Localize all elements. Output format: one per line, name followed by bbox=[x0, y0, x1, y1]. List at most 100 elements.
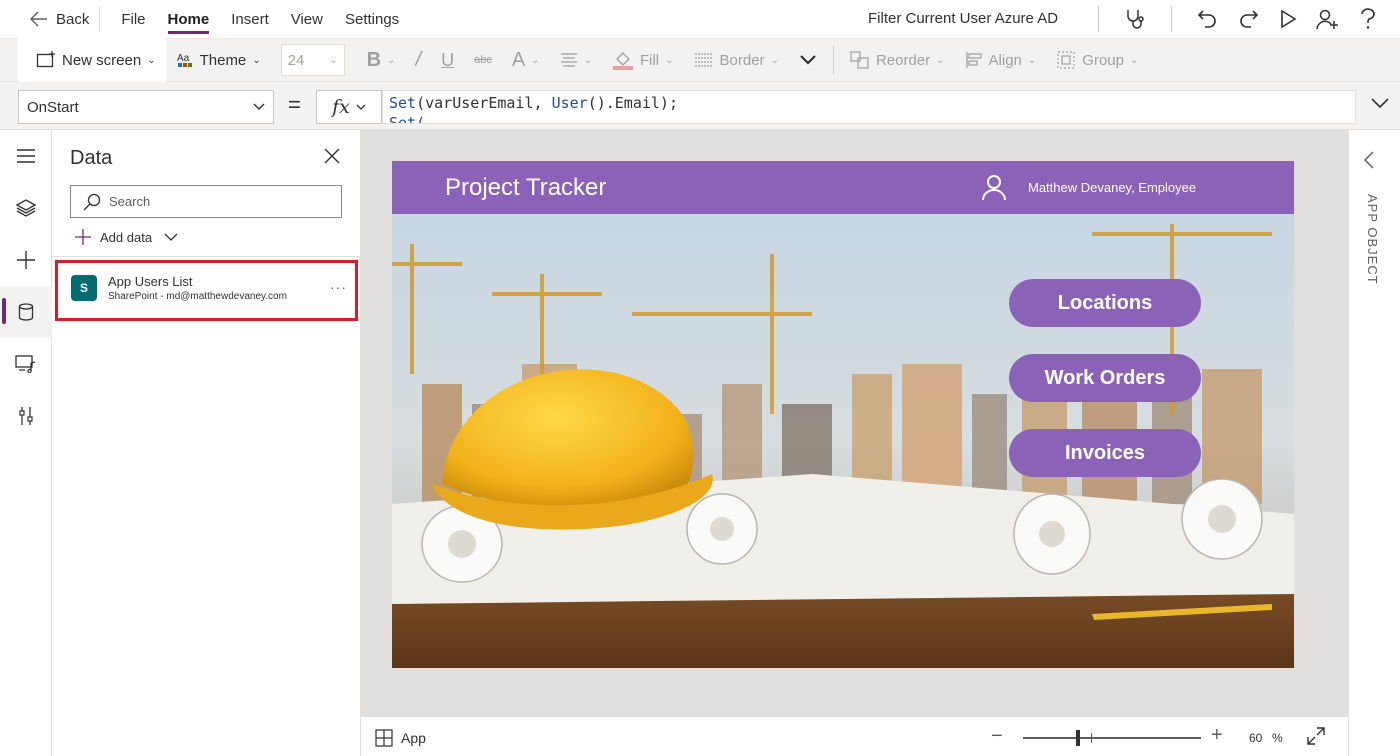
app-icon bbox=[375, 729, 393, 747]
search-input[interactable]: Search bbox=[70, 185, 342, 218]
share-button[interactable] bbox=[1308, 0, 1348, 38]
data-panel: Data Search Add data S App Users List Sh… bbox=[52, 130, 361, 756]
chevron-down-icon: ⌄ bbox=[531, 54, 540, 66]
group-label: Group bbox=[1082, 51, 1124, 69]
bold-icon: B bbox=[366, 48, 382, 71]
undo-button[interactable] bbox=[1188, 0, 1228, 38]
zoom-slider-thumb[interactable] bbox=[1076, 730, 1080, 746]
align-button[interactable]: Align ⌄ bbox=[955, 38, 1047, 82]
function-button[interactable]: fx bbox=[316, 90, 382, 124]
border-button[interactable]: Border ⌄ bbox=[684, 38, 789, 82]
new-screen-button[interactable]: New screen ⌄ bbox=[18, 38, 166, 82]
app-name[interactable]: Filter Current User Azure AD bbox=[868, 10, 1058, 27]
font-size-select[interactable]: 24 ⌄ bbox=[280, 44, 345, 76]
more-options-button[interactable]: ··· bbox=[330, 279, 347, 295]
back-button[interactable]: Back bbox=[0, 11, 89, 28]
app-breadcrumb-label: App bbox=[401, 730, 426, 746]
app-breadcrumb[interactable]: App bbox=[375, 729, 426, 747]
group-icon bbox=[1057, 51, 1075, 69]
play-icon bbox=[1281, 9, 1297, 29]
redo-button[interactable] bbox=[1228, 0, 1268, 38]
bold-button[interactable]: B ⌄ bbox=[345, 38, 406, 82]
fill-button[interactable]: Fill ⌄ bbox=[602, 38, 684, 82]
back-label: Back bbox=[56, 10, 90, 28]
expand-icon bbox=[1307, 727, 1325, 745]
text-align-button[interactable]: ⌄ bbox=[550, 38, 602, 82]
preview-button[interactable] bbox=[1268, 0, 1308, 38]
property-dropdown[interactable]: OnStart bbox=[18, 90, 274, 124]
reorder-label: Reorder bbox=[875, 51, 931, 69]
app-title[interactable]: Project Tracker bbox=[445, 174, 606, 202]
chevron-down-icon bbox=[800, 55, 816, 65]
expand-properties-button[interactable] bbox=[1363, 150, 1375, 175]
chevron-down-icon bbox=[1371, 98, 1389, 109]
locations-button[interactable]: Locations bbox=[1009, 279, 1201, 327]
layers-icon bbox=[16, 199, 36, 217]
reorder-button[interactable]: Reorder ⌄ bbox=[840, 38, 955, 82]
data-button[interactable] bbox=[0, 286, 52, 338]
expand-formula-button[interactable] bbox=[1370, 96, 1390, 114]
user-icon[interactable] bbox=[980, 173, 1008, 201]
media-button[interactable] bbox=[0, 338, 52, 390]
zoom-out-button[interactable]: − bbox=[991, 725, 1003, 748]
fill-label: Fill bbox=[639, 51, 660, 69]
menu-bar: Back File Home Insert View Settings Filt… bbox=[0, 0, 1400, 38]
chevron-down-icon: ⌄ bbox=[1027, 54, 1037, 66]
new-screen-icon bbox=[36, 51, 55, 68]
invoices-button[interactable]: Invoices bbox=[1009, 429, 1201, 477]
properties-pane-label[interactable]: APP OBJECT bbox=[1365, 194, 1380, 285]
database-icon bbox=[18, 303, 34, 321]
insert-button[interactable] bbox=[0, 234, 52, 286]
formula-line-1: Set(varUserEmail, User().Email); bbox=[389, 93, 1349, 113]
font-color-icon: A bbox=[511, 48, 526, 71]
fill-bucket-icon bbox=[612, 52, 633, 70]
tab-home[interactable]: Home bbox=[157, 0, 221, 38]
tools-icon bbox=[19, 407, 33, 425]
chevron-down-icon: ⌄ bbox=[665, 54, 674, 66]
strikethrough-icon: abc bbox=[474, 54, 492, 66]
font-color-button[interactable]: A ⌄ bbox=[502, 38, 550, 82]
formula-input[interactable]: Set(varUserEmail, User().Email); Set( bbox=[382, 90, 1356, 124]
app-screen[interactable]: Project Tracker Matthew Devaney, Employe… bbox=[392, 161, 1294, 668]
tab-settings[interactable]: Settings bbox=[334, 0, 410, 38]
chevron-down-icon bbox=[164, 233, 178, 241]
hamburger-menu-button[interactable] bbox=[0, 130, 52, 182]
close-panel-button[interactable] bbox=[324, 148, 340, 169]
advanced-tools-button[interactable] bbox=[0, 390, 52, 442]
tab-view[interactable]: View bbox=[280, 0, 334, 38]
data-source-item[interactable]: S App Users List SharePoint - md@matthew… bbox=[55, 260, 358, 321]
chevron-down-icon: ⌄ bbox=[329, 54, 338, 66]
italic-icon: / bbox=[415, 48, 422, 71]
strikethrough-button[interactable]: abc bbox=[464, 38, 502, 82]
theme-button[interactable]: Aa Theme ⌄ bbox=[166, 38, 271, 82]
border-label: Border bbox=[719, 51, 765, 69]
panel-divider bbox=[52, 256, 361, 257]
help-button[interactable] bbox=[1348, 0, 1388, 38]
reorder-icon bbox=[850, 51, 869, 69]
zoom-slider-track[interactable] bbox=[1023, 737, 1201, 739]
undo-icon bbox=[1197, 10, 1216, 28]
hamburger-icon bbox=[17, 149, 35, 163]
plus-icon bbox=[75, 229, 91, 245]
align-label: Align bbox=[988, 51, 1022, 69]
underline-button[interactable]: U bbox=[431, 38, 464, 82]
tab-file[interactable]: File bbox=[110, 0, 156, 38]
app-checker-button[interactable] bbox=[1115, 0, 1155, 38]
italic-button[interactable]: / bbox=[406, 38, 432, 82]
zoom-in-button[interactable]: + bbox=[1211, 724, 1223, 747]
toolbar-divider bbox=[1098, 6, 1099, 32]
zoom-value[interactable]: 60 bbox=[1249, 731, 1262, 745]
tree-view-button[interactable] bbox=[0, 182, 52, 234]
add-data-button[interactable]: Add data bbox=[74, 228, 178, 246]
formula-rest: ().Email); bbox=[587, 94, 678, 112]
formula-fn-set: Set bbox=[389, 94, 417, 112]
help-icon bbox=[1361, 8, 1375, 29]
chevron-down-icon: ⌄ bbox=[936, 54, 945, 66]
media-icon bbox=[15, 355, 36, 373]
group-button[interactable]: Group ⌄ bbox=[1046, 38, 1148, 82]
tab-insert[interactable]: Insert bbox=[220, 0, 280, 38]
work-orders-button[interactable]: Work Orders bbox=[1009, 354, 1201, 402]
more-ribbon-button[interactable] bbox=[789, 38, 827, 82]
fit-to-window-button[interactable] bbox=[1307, 727, 1325, 750]
user-name-label[interactable]: Matthew Devaney, Employee bbox=[1028, 180, 1196, 195]
